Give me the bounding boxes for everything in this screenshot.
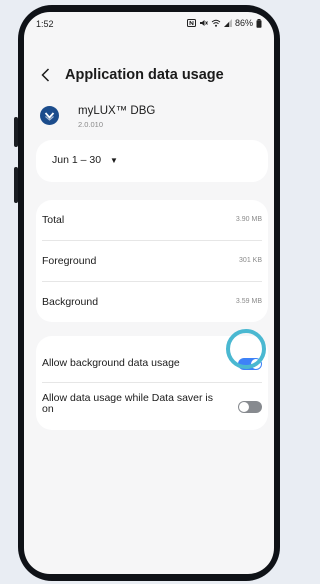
usage-label: Foreground [42, 255, 97, 267]
date-range-dropdown[interactable]: Jun 1 – 30 ▼ [52, 154, 118, 166]
usage-label: Background [42, 296, 99, 308]
dropdown-caret-icon: ▼ [110, 155, 118, 165]
screen: 1:52 86% Application data usage myLUX™ D… [24, 12, 274, 574]
usage-row-total: Total 3.90 MB [42, 200, 262, 240]
status-bar: 1:52 86% [24, 12, 274, 36]
nfc-icon [186, 19, 196, 27]
wifi-icon [211, 19, 221, 27]
date-range-card: Jun 1 – 30 ▼ [36, 140, 268, 182]
app-version: 2.0.010 [78, 120, 104, 129]
status-icons: 86% [186, 18, 262, 28]
toggle-knob [239, 402, 249, 412]
usage-value: 301 KB [239, 257, 262, 264]
divider [42, 382, 262, 383]
side-button [14, 167, 18, 203]
battery-percent: 86% [234, 18, 253, 28]
back-button[interactable] [36, 66, 54, 84]
usage-label: Total [42, 214, 65, 226]
battery-icon [256, 18, 262, 28]
data-saver-row[interactable]: Allow data usage while Data saver is on [42, 393, 268, 415]
app-logo-icon [44, 112, 55, 121]
background-data-label: Allow background data usage [42, 357, 180, 369]
usage-row-background: Background 3.59 MB [42, 282, 262, 322]
data-saver-toggle[interactable] [238, 401, 262, 413]
volume-button [14, 117, 18, 147]
status-time: 1:52 [36, 19, 54, 29]
highlight-ring [226, 329, 266, 369]
app-icon [40, 106, 59, 125]
usage-value: 3.59 MB [235, 298, 262, 305]
back-arrow-icon [40, 68, 49, 82]
date-range-label: Jun 1 – 30 [52, 154, 102, 166]
app-name: myLUX™ DBG [78, 105, 156, 117]
mute-icon [199, 20, 208, 26]
usage-value: 3.90 MB [235, 216, 262, 223]
app-bar: Application data usage [36, 60, 266, 90]
page-title: Application data usage [65, 67, 224, 83]
data-saver-label: Allow data usage while Data saver is on [42, 392, 214, 415]
app-info: myLUX™ DBG 2.0.010 [40, 105, 155, 129]
usage-card: Total 3.90 MB Foreground 301 KB Backgrou… [36, 200, 268, 322]
usage-row-foreground: Foreground 301 KB [42, 241, 262, 281]
signal-icon [223, 19, 232, 27]
